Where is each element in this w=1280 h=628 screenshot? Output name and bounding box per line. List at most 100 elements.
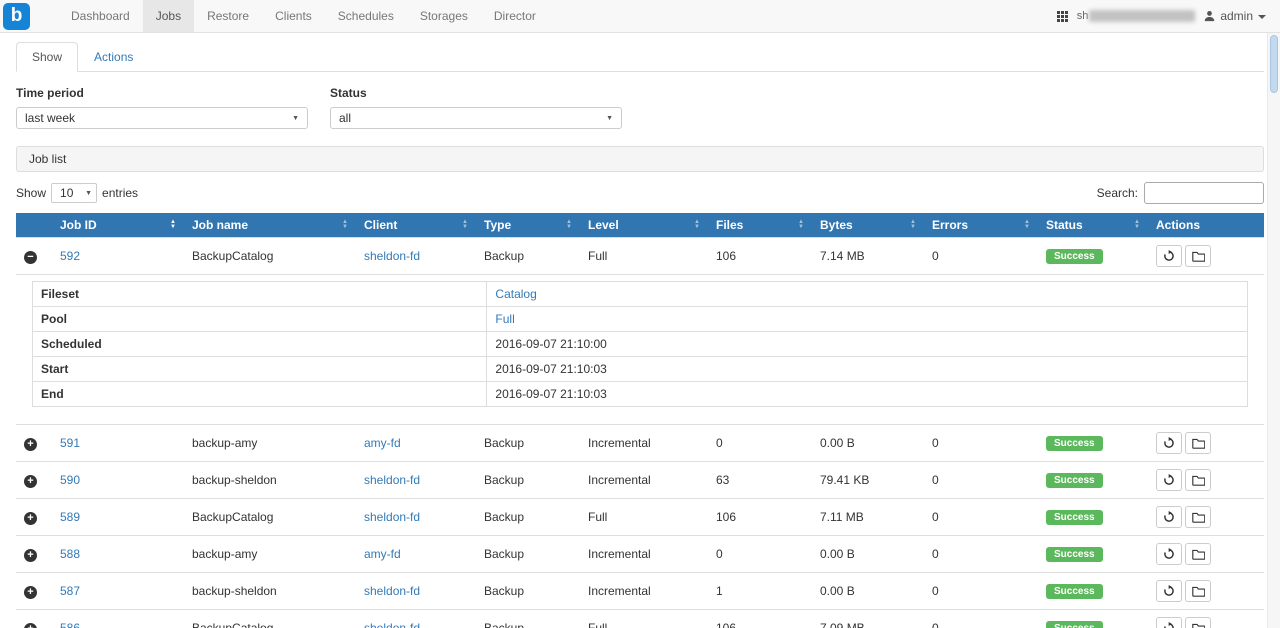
job-row-591: +591backup-amyamy-fdBackupIncremental00.… [16, 425, 1264, 462]
expand-row-icon[interactable]: + [24, 586, 37, 599]
sort-icon[interactable]: ▲▼ [694, 220, 700, 230]
rerun-job-button[interactable] [1156, 580, 1182, 602]
job-id-link[interactable]: 588 [60, 547, 80, 561]
nav-item-storages[interactable]: Storages [407, 0, 481, 32]
expand-row-icon[interactable]: + [24, 549, 37, 562]
job-bytes-cell: 79.41 KB [812, 462, 924, 499]
search-input[interactable] [1144, 182, 1264, 204]
nav-item-dashboard[interactable]: Dashboard [58, 0, 143, 32]
client-link[interactable]: sheldon-fd [364, 249, 420, 263]
sort-icon[interactable]: ▲▼ [1024, 220, 1030, 230]
job-id-link[interactable]: 590 [60, 473, 80, 487]
job-files-button[interactable] [1185, 245, 1211, 267]
job-files-button[interactable] [1185, 432, 1211, 454]
job-bytes-cell: 0.00 B [812, 425, 924, 462]
rerun-icon [1163, 548, 1175, 560]
expand-row-icon[interactable]: + [24, 512, 37, 525]
bareos-logo-letter: b [11, 5, 23, 27]
sort-icon[interactable]: ▲▼ [170, 220, 176, 230]
job-type-cell: Backup [476, 462, 580, 499]
expand-row-icon[interactable]: + [24, 475, 37, 488]
apps-grid-icon[interactable] [1057, 11, 1068, 22]
column-header-status[interactable]: Status▲▼ [1038, 213, 1148, 238]
nav-item-clients[interactable]: Clients [262, 0, 325, 32]
rerun-job-button[interactable] [1156, 245, 1182, 267]
rerun-job-button[interactable] [1156, 469, 1182, 491]
tab-actions[interactable]: Actions [78, 42, 149, 72]
job-row-586: +586BackupCatalogsheldon-fdBackupFull106… [16, 610, 1264, 628]
job-files-button[interactable] [1185, 506, 1211, 528]
job-files-button[interactable] [1185, 469, 1211, 491]
chevron-down-icon: ▼ [292, 115, 299, 122]
detail-label: Scheduled [33, 332, 487, 357]
column-header-files[interactable]: Files▲▼ [708, 213, 812, 238]
rerun-job-button[interactable] [1156, 543, 1182, 565]
job-id-link[interactable]: 586 [60, 621, 80, 628]
client-link[interactable]: sheldon-fd [364, 510, 420, 524]
nav-item-schedules[interactable]: Schedules [325, 0, 407, 32]
job-id-link[interactable]: 589 [60, 510, 80, 524]
job-files-button[interactable] [1185, 617, 1211, 628]
rerun-job-button[interactable] [1156, 617, 1182, 628]
job-detail-table: FilesetCatalogPoolFullScheduled2016-09-0… [32, 281, 1248, 407]
job-id-link[interactable]: 587 [60, 584, 80, 598]
expand-row-icon[interactable]: + [24, 438, 37, 451]
collapse-row-icon[interactable]: − [24, 251, 37, 264]
sort-icon[interactable]: ▲▼ [798, 220, 804, 230]
entries-per-page-select[interactable]: 10 ▼ [51, 183, 97, 203]
column-header-bytes[interactable]: Bytes▲▼ [812, 213, 924, 238]
vertical-scrollbar[interactable] [1267, 33, 1280, 628]
nav-item-restore[interactable]: Restore [194, 0, 262, 32]
column-header-label: Level [588, 218, 619, 232]
column-header-level[interactable]: Level ▲▼ [580, 213, 708, 238]
job-type-cell: Backup [476, 425, 580, 462]
job-level-cell: Incremental [580, 573, 708, 610]
detail-value-link[interactable]: Catalog [495, 287, 536, 301]
sort-icon[interactable]: ▲▼ [566, 220, 572, 230]
sort-icon[interactable]: ▲▼ [342, 220, 348, 230]
sort-icon[interactable]: ▲▼ [1134, 220, 1140, 230]
detail-value: Catalog [487, 282, 1248, 307]
rerun-job-button[interactable] [1156, 432, 1182, 454]
nav-item-director[interactable]: Director [481, 0, 549, 32]
column-header-errors[interactable]: Errors▲▼ [924, 213, 1038, 238]
job-type-cell: Backup [476, 610, 580, 628]
search-label: Search: [1097, 186, 1138, 200]
expand-row-icon[interactable]: + [24, 623, 37, 628]
job-errors-cell: 0 [924, 425, 1038, 462]
client-link[interactable]: sheldon-fd [364, 621, 420, 628]
job-bytes-cell: 0.00 B [812, 573, 924, 610]
client-link[interactable]: sheldon-fd [364, 473, 420, 487]
job-files-button[interactable] [1185, 543, 1211, 565]
job-id-link[interactable]: 592 [60, 249, 80, 263]
job-errors-cell: 0 [924, 499, 1038, 536]
column-header-job-name[interactable]: Job name▲▼ [184, 213, 356, 238]
job-row-587: +587backup-sheldonsheldon-fdBackupIncrem… [16, 573, 1264, 610]
column-header-client[interactable]: Client ▲▼ [356, 213, 476, 238]
status-select[interactable]: all ▼ [330, 107, 622, 129]
column-header-label: Client [364, 218, 397, 232]
tab-show[interactable]: Show [16, 42, 78, 72]
rerun-icon [1163, 511, 1175, 523]
job-name-cell: BackupCatalog [184, 499, 356, 536]
status-badge: Success [1046, 547, 1103, 562]
hostname-label: sh [1077, 10, 1196, 22]
detail-label: Pool [33, 307, 487, 332]
job-type-cell: Backup [476, 573, 580, 610]
detail-value-link[interactable]: Full [495, 312, 514, 326]
client-link[interactable]: amy-fd [364, 547, 401, 561]
job-files-button[interactable] [1185, 580, 1211, 602]
nav-item-jobs[interactable]: Jobs [143, 0, 194, 32]
column-header-type[interactable]: Type▲▼ [476, 213, 580, 238]
scrollbar-thumb[interactable] [1270, 35, 1278, 93]
sort-icon[interactable]: ▲▼ [910, 220, 916, 230]
sort-icon[interactable]: ▲▼ [462, 220, 468, 230]
column-header-job-id[interactable]: Job ID▲▼ [52, 213, 184, 238]
job-id-link[interactable]: 591 [60, 436, 80, 450]
user-menu[interactable]: admin [1204, 9, 1266, 23]
client-link[interactable]: amy-fd [364, 436, 401, 450]
client-link[interactable]: sheldon-fd [364, 584, 420, 598]
time-period-select[interactable]: last week ▼ [16, 107, 308, 129]
rerun-job-button[interactable] [1156, 506, 1182, 528]
bareos-logo[interactable]: b [3, 3, 30, 30]
